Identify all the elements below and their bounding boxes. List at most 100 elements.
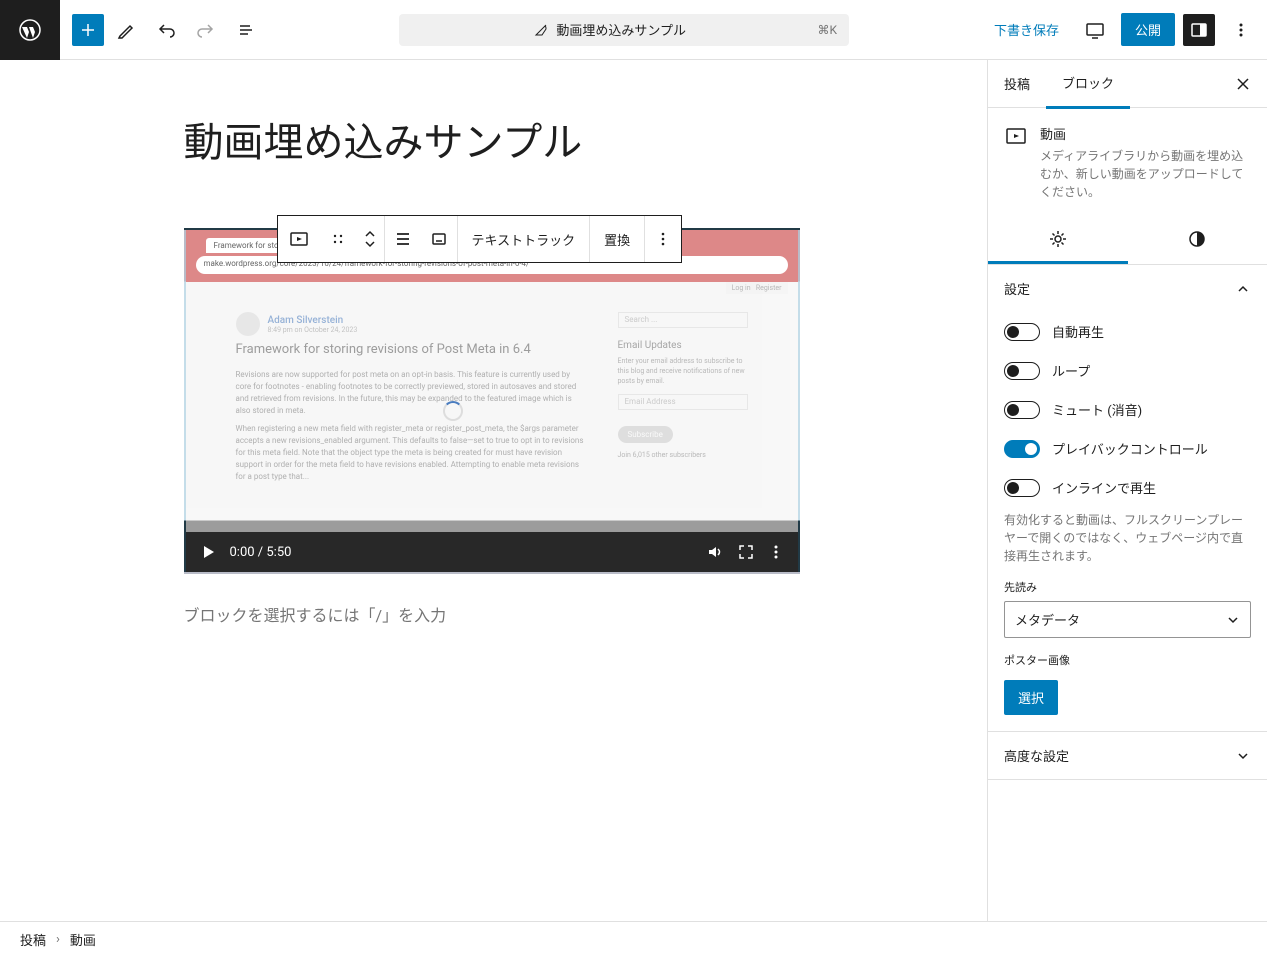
loop-toggle[interactable] — [1004, 362, 1040, 380]
block-toolbar: テキストトラック 置換 — [277, 215, 683, 263]
close-sidebar-button[interactable] — [1219, 76, 1267, 92]
caption-button[interactable] — [421, 216, 457, 262]
close-icon — [1235, 76, 1251, 92]
block-info-title: 動画 — [1040, 124, 1251, 143]
playback-label: プレイバックコントロール — [1052, 439, 1208, 458]
styles-icon — [1187, 229, 1207, 249]
video-controls[interactable]: 0:00 / 5:50 — [186, 532, 798, 572]
feather-icon — [534, 23, 548, 37]
wp-logo[interactable] — [0, 0, 60, 60]
editor-canvas[interactable]: 動画埋め込みサンプル — [0, 60, 987, 921]
options-button[interactable] — [1223, 12, 1259, 48]
preview-email: Email Address — [618, 394, 748, 410]
breadcrumb-current[interactable]: 動画 — [70, 930, 96, 949]
preview-button[interactable] — [1077, 12, 1113, 48]
autoplay-label: 自動再生 — [1052, 322, 1104, 341]
drag-icon — [331, 232, 345, 246]
topbar-center: 動画埋め込みサンプル ⌘K — [264, 14, 984, 46]
block-appender[interactable]: ブロックを選択するには「/」を入力 — [184, 602, 804, 626]
more-vertical-icon[interactable] — [768, 544, 784, 560]
list-icon — [236, 20, 256, 40]
desktop-icon — [1084, 19, 1106, 41]
tools-button[interactable] — [108, 12, 144, 48]
publish-button[interactable]: 公開 — [1121, 13, 1175, 46]
tab-post[interactable]: 投稿 — [988, 60, 1046, 107]
muted-toggle[interactable] — [1004, 401, 1040, 419]
loop-label: ループ — [1052, 361, 1090, 380]
save-draft-button[interactable]: 下書き保存 — [984, 14, 1069, 45]
plus-icon — [78, 20, 98, 40]
video-icon — [288, 228, 310, 250]
poster-label: ポスター画像 — [1004, 652, 1251, 668]
add-block-button[interactable] — [72, 14, 104, 46]
gear-icon — [1048, 229, 1068, 249]
inline-label: インラインで再生 — [1052, 478, 1156, 497]
preview-side-text: Enter your email address to subscribe to… — [618, 357, 748, 386]
subtab-styles[interactable] — [1128, 217, 1267, 264]
chevron-down-icon — [1226, 613, 1240, 627]
muted-label: ミュート (消音) — [1052, 400, 1142, 419]
tab-block[interactable]: ブロック — [1046, 60, 1130, 109]
replace-button[interactable]: 置換 — [590, 216, 644, 262]
document-title: 動画埋め込みサンプル — [556, 20, 686, 39]
playback-toggle[interactable] — [1004, 440, 1040, 458]
preview-para-2: When registering a new meta field with r… — [236, 423, 588, 483]
more-vertical-icon — [1231, 20, 1251, 40]
settings-panel-header[interactable]: 設定 — [988, 265, 1267, 312]
preview-para-1: Revisions are now supported for post met… — [236, 369, 588, 417]
document-outline-button[interactable] — [228, 12, 264, 48]
video-icon — [1004, 124, 1028, 148]
move-up-icon[interactable] — [364, 230, 376, 238]
video-time: 0:00 / 5:50 — [230, 545, 292, 560]
block-more-button[interactable] — [645, 216, 681, 262]
wordpress-icon — [18, 18, 42, 42]
fullscreen-icon[interactable] — [738, 544, 754, 560]
video-block[interactable]: Framework for storing revisi... register… — [184, 228, 800, 574]
poster-select-button[interactable]: 選択 — [1004, 680, 1058, 715]
chevron-down-icon — [1235, 748, 1251, 764]
author-name: Adam Silverstein — [268, 315, 358, 326]
inline-toggle[interactable] — [1004, 479, 1040, 497]
loading-spinner-icon — [443, 401, 463, 421]
chevron-up-icon — [1235, 281, 1251, 297]
preview-subscribe: Subscribe — [618, 426, 673, 443]
block-type-button[interactable] — [278, 216, 320, 262]
preview-followers: Join 6,015 other subscribers — [618, 451, 748, 461]
preload-label: 先読み — [1004, 579, 1251, 595]
align-button[interactable] — [385, 216, 421, 262]
shortcut-hint: ⌘K — [817, 23, 837, 37]
preview-heading: Framework for storing revisions of Post … — [236, 342, 588, 359]
drag-handle[interactable] — [320, 216, 356, 262]
settings-sidebar: 投稿 ブロック 動画 メディアライブラリから動画を埋め込むか、新しい動画をアップ… — [987, 60, 1267, 921]
redo-button[interactable] — [188, 12, 224, 48]
undo-button[interactable] — [148, 12, 184, 48]
redo-icon — [196, 20, 216, 40]
more-vertical-icon — [654, 230, 672, 248]
avatar — [236, 312, 260, 336]
editor-topbar: 動画埋め込みサンプル ⌘K 下書き保存 公開 — [0, 0, 1267, 60]
settings-sidebar-toggle[interactable] — [1183, 14, 1215, 46]
text-track-button[interactable]: テキストトラック — [458, 216, 590, 262]
autoplay-toggle[interactable] — [1004, 323, 1040, 341]
advanced-panel-header[interactable]: 高度な設定 — [988, 732, 1267, 779]
caption-icon — [430, 230, 448, 248]
preload-select[interactable]: メタデータ — [1004, 601, 1251, 638]
block-breadcrumb: 投稿 › 動画 — [0, 921, 1267, 957]
subtab-settings[interactable] — [988, 217, 1128, 264]
volume-icon[interactable] — [706, 543, 724, 561]
preview-side-heading: Email Updates — [618, 340, 748, 351]
breadcrumb-root[interactable]: 投稿 — [20, 930, 46, 949]
author-meta: 8:49 pm on October 24, 2023 — [268, 326, 358, 334]
play-icon[interactable] — [200, 544, 216, 560]
sidebar-icon — [1189, 20, 1209, 40]
settings-panel-title: 設定 — [1004, 279, 1030, 298]
pencil-icon — [116, 20, 136, 40]
block-info: 動画 メディアライブラリから動画を埋め込むか、新しい動画をアップロードしてくださ… — [988, 108, 1267, 217]
document-title-bar[interactable]: 動画埋め込みサンプル ⌘K — [399, 14, 849, 46]
topbar-right: 下書き保存 公開 — [984, 12, 1259, 48]
advanced-panel-title: 高度な設定 — [1004, 746, 1069, 765]
preview-search: Search ... — [618, 312, 748, 328]
move-down-icon[interactable] — [364, 240, 376, 248]
post-title[interactable]: 動画埋め込みサンプル — [184, 110, 804, 168]
undo-icon — [156, 20, 176, 40]
